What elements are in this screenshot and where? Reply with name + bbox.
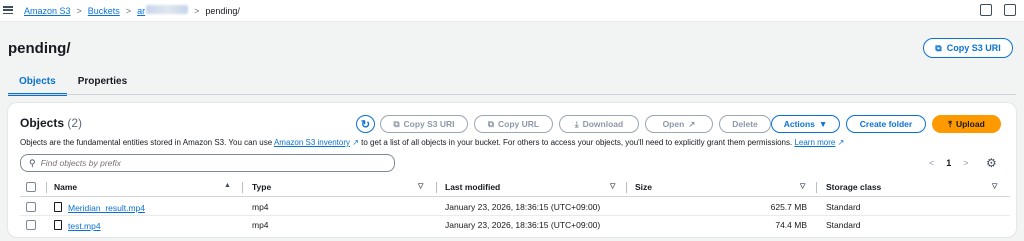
column-divider [46, 182, 47, 193]
file-icon [54, 220, 62, 230]
sort-icon[interactable]: ▽ [610, 182, 615, 190]
column-header-storage-class[interactable]: Storage class [826, 182, 881, 192]
description-prefix: Objects are the fundamental entities sto… [20, 138, 274, 147]
chevron-right-icon: > [76, 5, 82, 16]
upload-label: Upload [955, 119, 985, 129]
tabs-divider [8, 94, 1016, 95]
copy-url-label: Copy URL [497, 119, 540, 129]
download-icon: ⤓ [574, 118, 579, 129]
object-name-link[interactable]: test.mp4 [68, 221, 101, 231]
breadcrumb-buckets[interactable]: Buckets [88, 6, 120, 16]
refresh-button[interactable]: ↻ [356, 115, 375, 133]
notifications-panel-icon[interactable] [980, 4, 992, 16]
objects-title: Objects [20, 116, 65, 130]
column-divider [436, 182, 437, 193]
create-folder-button[interactable]: Create folder [846, 115, 926, 133]
actions-label: Actions [783, 119, 815, 129]
column-divider [626, 182, 627, 193]
split-panel-icon[interactable] [1004, 4, 1016, 16]
copy-icon: ⧉ [935, 42, 942, 53]
breadcrumb: Amazon S3 > Buckets > ar > pending/ [24, 5, 240, 16]
objects-count: (2) [67, 116, 83, 130]
download-button[interactable]: ⤓ Download [559, 115, 639, 133]
external-link-icon: ↗ [352, 138, 359, 147]
breadcrumb-amazon-s3[interactable]: Amazon S3 [24, 6, 71, 16]
caret-down-icon: ▼ [818, 119, 828, 129]
object-size: 625.7 MB [770, 202, 807, 212]
object-storage-class: Standard [826, 202, 861, 212]
search-icon: ⚲ [29, 157, 36, 168]
breadcrumb-current: pending/ [205, 5, 240, 16]
top-navigation-bar: Amazon S3 > Buckets > ar > pending/ [0, 0, 1024, 22]
delete-button[interactable]: Delete [719, 115, 771, 133]
gear-icon[interactable]: ⚙ [986, 156, 997, 170]
s3-inventory-link[interactable]: Amazon S3 inventory [274, 138, 350, 147]
breadcrumb-bucket-name[interactable]: ar [137, 5, 189, 16]
row-checkbox[interactable] [26, 202, 36, 212]
object-type: mp4 [252, 202, 269, 212]
download-label: Download [582, 119, 624, 129]
copy-s3-uri-button[interactable]: ⧉ Copy S3 URI [923, 38, 1013, 58]
column-divider [816, 182, 817, 193]
upload-icon: ⤒ [948, 118, 952, 129]
actions-dropdown[interactable]: Actions ▼ [771, 115, 840, 133]
page-title: pending/ [8, 40, 71, 57]
tab-list: Objects Properties [8, 72, 138, 96]
pagination: < 1 > [929, 158, 969, 168]
object-size: 74.4 MB [775, 220, 807, 230]
chevron-right-icon: > [194, 5, 200, 16]
copy-url-button[interactable]: ⧉ Copy URL [474, 115, 553, 133]
object-last-modified: January 23, 2026, 18:36:15 (UTC+09:00) [445, 220, 601, 230]
objects-description: Objects are the fundamental entities sto… [20, 138, 844, 147]
column-header-type[interactable]: Type [252, 182, 271, 192]
create-folder-label: Create folder [859, 119, 913, 129]
select-all-checkbox[interactable] [26, 182, 36, 192]
sort-icon[interactable]: ▽ [992, 182, 997, 190]
object-name-link[interactable]: Meridian_result.mp4 [68, 203, 145, 213]
copy-icon: ⧉ [487, 118, 494, 129]
object-storage-class: Standard [826, 220, 861, 230]
external-link-icon: ↗ [688, 118, 696, 129]
table-header: Name ▲ Type ▽ Last modified ▽ Size ▽ Sto… [20, 179, 1010, 197]
copy-icon: ⧉ [393, 118, 400, 129]
sort-icon[interactable]: ▽ [800, 182, 805, 190]
page-number[interactable]: 1 [946, 158, 951, 168]
column-divider [242, 182, 243, 193]
description-suffix: to get a list of all objects in your buc… [358, 138, 795, 147]
table-row: test.mp4 mp4 January 23, 2026, 18:36:15 … [20, 217, 1010, 234]
copy-s3-uri-toolbar-button[interactable]: ⧉ Copy S3 URI [380, 115, 468, 133]
objects-heading: Objects (2) [20, 116, 82, 130]
sort-icon[interactable]: ▽ [418, 182, 423, 190]
file-icon [54, 202, 62, 212]
open-button[interactable]: Open ↗ [645, 115, 713, 133]
learn-more-link[interactable]: Learn more [794, 138, 835, 147]
row-checkbox[interactable] [26, 220, 36, 230]
external-link-icon: ↗ [837, 138, 845, 147]
menu-icon[interactable] [3, 5, 13, 15]
upload-button[interactable]: ⤒ Upload [932, 115, 1001, 133]
next-page-icon[interactable]: > [963, 158, 968, 168]
search-input[interactable] [40, 158, 361, 168]
copy-s3-uri-label: Copy S3 URI [946, 43, 1001, 53]
breadcrumb-bucket-label: ar [137, 6, 146, 16]
column-header-size[interactable]: Size [635, 182, 652, 192]
previous-page-icon[interactable]: < [929, 158, 934, 168]
objects-panel: Objects (2) ↻ ⧉ Copy S3 URI ⧉ Copy URL ⤓… [8, 103, 1016, 237]
column-header-last-modified[interactable]: Last modified [445, 182, 500, 192]
search-field[interactable]: ⚲ [20, 154, 395, 172]
column-header-name[interactable]: Name [54, 182, 77, 192]
chevron-right-icon: > [125, 5, 132, 16]
delete-label: Delete [732, 119, 758, 129]
copy-s3-uri-toolbar-label: Copy S3 URI [403, 119, 455, 129]
object-type: mp4 [252, 220, 269, 230]
tab-properties[interactable]: Properties [67, 72, 138, 96]
table-row: Meridian_result.mp4 mp4 January 23, 2026… [20, 199, 1010, 216]
open-label: Open [662, 119, 685, 129]
refresh-icon: ↻ [360, 118, 371, 131]
tab-objects[interactable]: Objects [8, 72, 67, 96]
sort-ascending-icon[interactable]: ▲ [224, 182, 231, 189]
redacted-bucket-name [146, 5, 189, 14]
object-last-modified: January 23, 2026, 18:36:15 (UTC+09:00) [445, 202, 601, 212]
